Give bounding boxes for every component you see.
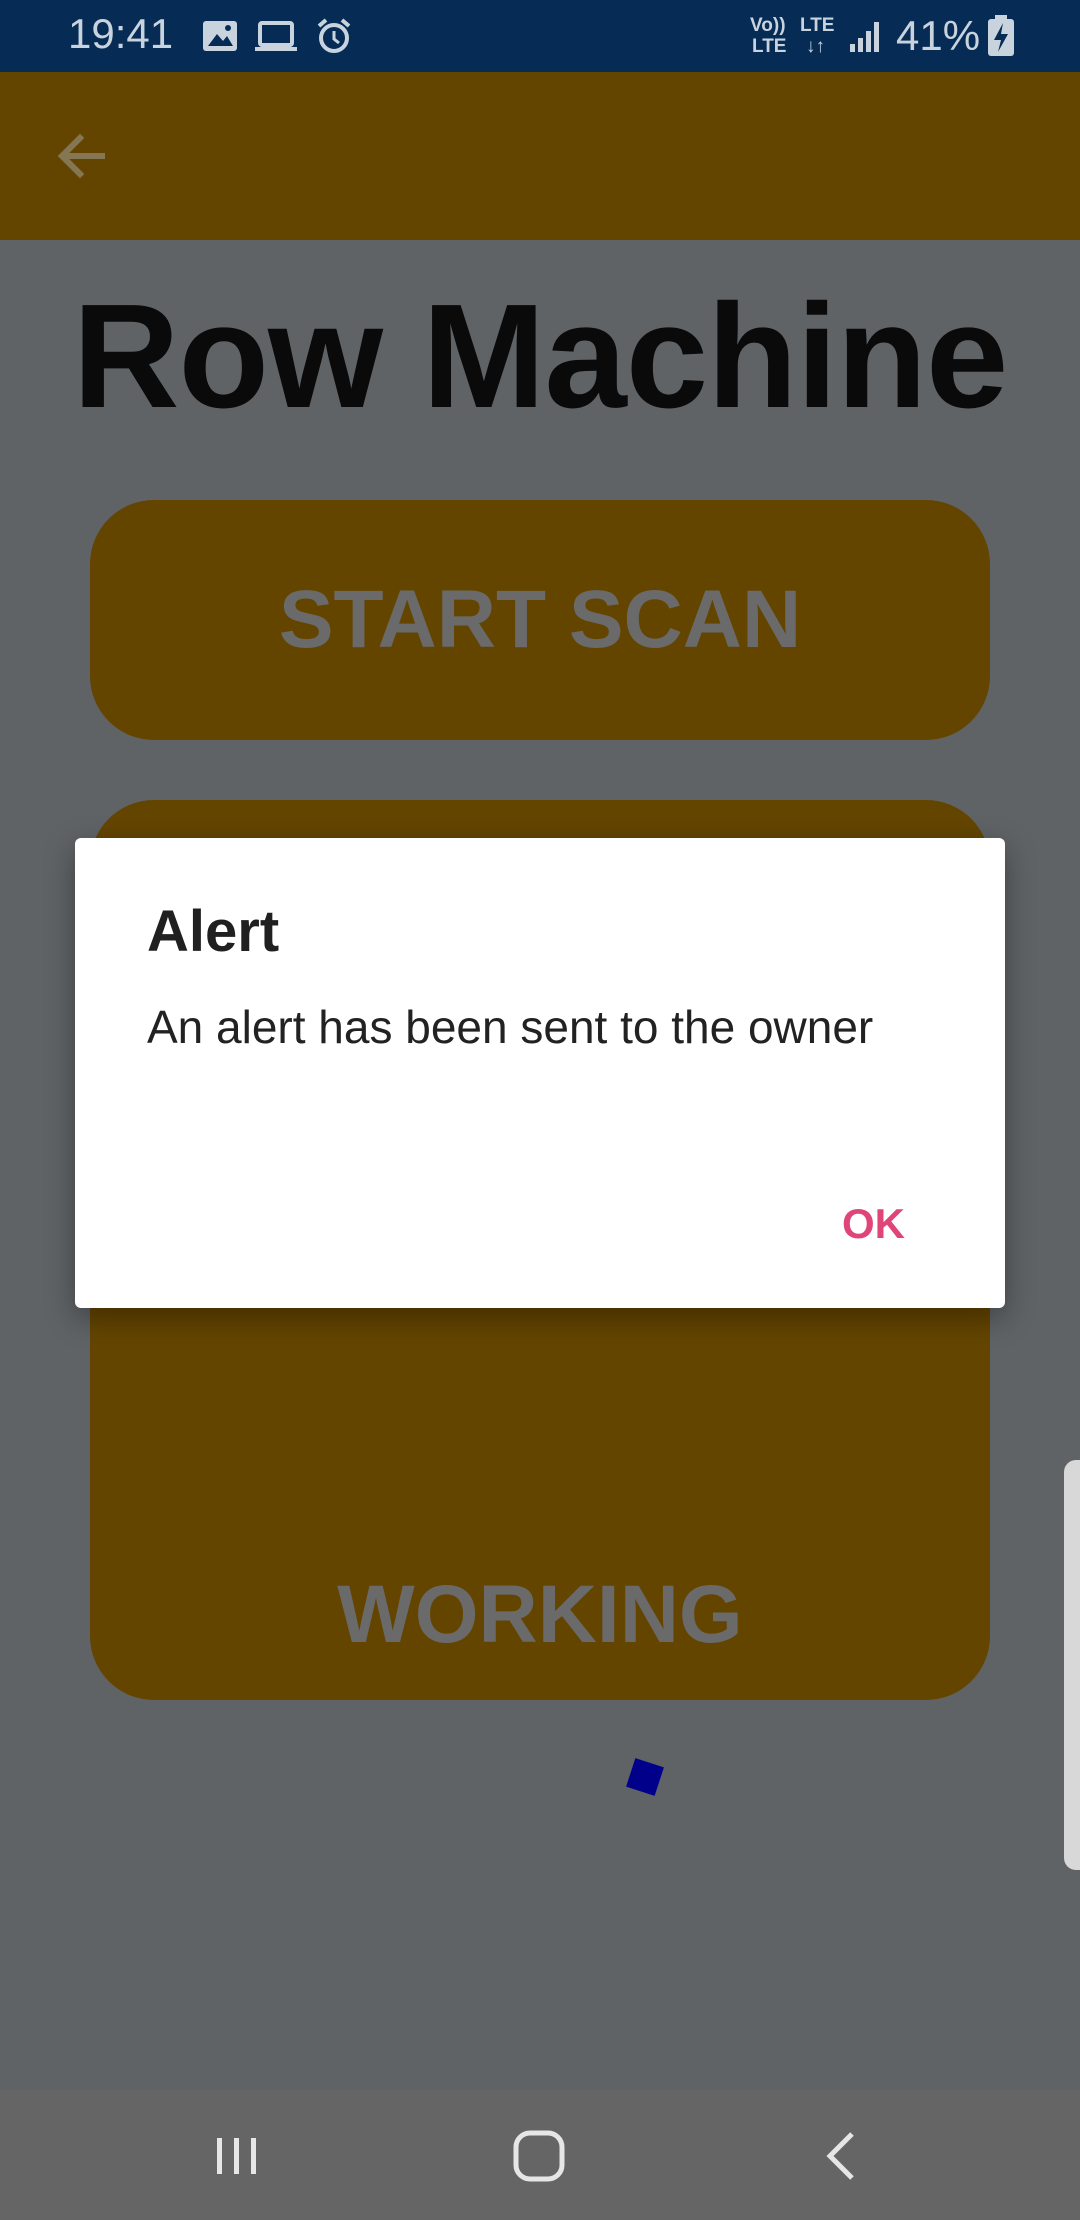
- home-icon[interactable]: [509, 2126, 569, 2186]
- alarm-icon: [317, 18, 351, 53]
- status-bar: 19:41 Vo)) LTE LTE ↓↑ 41%: [0, 0, 1080, 72]
- scrollbar-handle[interactable]: [1064, 1460, 1080, 1870]
- loading-spinner: [626, 1758, 664, 1796]
- arrow-left-icon[interactable]: [50, 124, 114, 188]
- lte-arrows: ↓↑: [806, 36, 825, 57]
- signal-icon: [850, 22, 879, 52]
- volte-top-label: Vo)): [750, 15, 786, 36]
- lte-label: LTE: [800, 15, 835, 36]
- dialog-title: Alert: [147, 899, 280, 964]
- back-icon[interactable]: [812, 2126, 872, 2186]
- ok-button[interactable]: OK: [842, 1200, 905, 1248]
- battery-percent: 41%: [896, 12, 981, 59]
- laptop-icon: [255, 21, 297, 51]
- recent-apps-icon[interactable]: [207, 2126, 267, 2186]
- start-scan-label: START SCAN: [278, 574, 802, 665]
- dialog-message: An alert has been sent to the owner: [147, 1001, 874, 1053]
- navigation-bar: [0, 2090, 1080, 2220]
- start-scan-button[interactable]: START SCAN: [90, 500, 990, 740]
- status-time: 19:41: [68, 10, 174, 57]
- volte-bottom-label: LTE: [752, 36, 787, 57]
- battery-charging-icon: [988, 15, 1014, 56]
- app-bar: [0, 72, 1080, 240]
- page-title: Row Machine: [72, 274, 1009, 439]
- image-icon: [203, 21, 237, 51]
- alert-dialog: Alert An alert has been sent to the owne…: [75, 838, 1005, 1308]
- working-button-label: WORKING: [337, 1569, 743, 1660]
